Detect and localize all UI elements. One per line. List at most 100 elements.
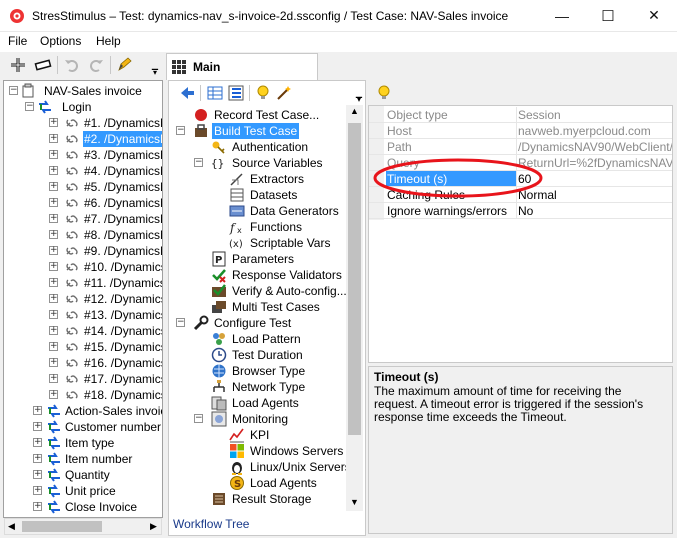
expand-icon[interactable]: + <box>33 470 42 479</box>
expand-icon[interactable]: + <box>33 486 42 495</box>
expand-icon[interactable]: + <box>49 262 58 271</box>
scroll-down-icon[interactable]: ▼ <box>350 497 359 507</box>
workflow-item[interactable]: Load Pattern <box>172 331 346 347</box>
property-row[interactable]: Path/DynamicsNAV90/WebClient/Sig <box>369 139 672 155</box>
kpi-icon <box>229 428 244 443</box>
collapse-icon[interactable]: − <box>194 158 203 167</box>
horizontal-scrollbar[interactable]: ◀ ▶ <box>4 518 162 535</box>
table-view-icon[interactable] <box>207 85 223 101</box>
workflow-item[interactable]: Browser Type <box>172 363 346 379</box>
workflow-item[interactable]: Record Test Case... <box>172 107 346 123</box>
expand-icon[interactable]: + <box>33 422 42 431</box>
validator-icon <box>212 269 226 283</box>
expand-icon[interactable]: + <box>49 166 58 175</box>
workflow-item-label: Verify & Auto-config... <box>232 284 346 298</box>
tab-main[interactable]: Main <box>166 53 318 80</box>
workflow-item[interactable]: Test Duration <box>172 347 346 363</box>
expand-icon[interactable]: + <box>49 246 58 255</box>
expand-icon[interactable]: + <box>33 502 42 511</box>
back-arrow-icon[interactable] <box>179 85 195 101</box>
workflow-item[interactable]: Verify & Auto-config... <box>172 283 346 299</box>
remove-icon[interactable] <box>33 55 53 75</box>
workflow-item[interactable]: f x Functions <box>172 219 346 235</box>
tree-group-label: Close Invoice <box>65 500 138 514</box>
menu-options[interactable]: Options <box>40 34 81 48</box>
property-row[interactable]: Object type Session <box>369 107 672 123</box>
collapse-icon[interactable]: − <box>176 126 185 135</box>
scrollbar-thumb[interactable] <box>348 123 361 435</box>
workflow-item[interactable]: Response Validators <box>172 267 346 283</box>
workflow-item-label: Multi Test Cases <box>232 300 320 314</box>
workflow-item[interactable]: Windows Servers <box>172 443 346 459</box>
workflow-item[interactable]: Authentication <box>172 139 346 155</box>
expand-icon[interactable]: + <box>49 230 58 239</box>
menu-help[interactable]: Help <box>96 34 121 48</box>
expand-icon[interactable]: + <box>33 454 42 463</box>
workflow-item-label: Result Storage <box>232 492 312 506</box>
scrollbar-thumb[interactable] <box>22 521 102 532</box>
workflow-item-label: Extractors <box>250 172 305 186</box>
expand-icon[interactable]: + <box>49 326 58 335</box>
vertical-scrollbar[interactable]: ▲ ▼ <box>346 105 363 511</box>
workflow-item[interactable]: Extractors <box>172 171 346 187</box>
workflow-item[interactable]: Data Generators <box>172 203 346 219</box>
property-row[interactable]: Host navweb.myerpcloud.com <box>369 123 672 139</box>
workflow-item[interactable]: −{} Source Variables <box>172 155 346 171</box>
expand-icon[interactable]: + <box>49 198 58 207</box>
expand-icon[interactable]: + <box>49 134 58 143</box>
extractor-icon <box>230 173 243 186</box>
workflow-item[interactable]: P Parameters <box>172 251 346 267</box>
collapse-icon[interactable]: − <box>9 86 18 95</box>
windows-icon <box>230 444 244 458</box>
expand-icon[interactable]: + <box>49 214 58 223</box>
workflow-item[interactable]: Network Type <box>172 379 346 395</box>
workflow-item[interactable]: Datasets <box>172 187 346 203</box>
workflow-item[interactable]: S Load Agents <box>172 475 346 491</box>
expand-icon[interactable]: + <box>49 358 58 367</box>
lightbulb-icon[interactable] <box>255 85 271 101</box>
expand-icon[interactable]: + <box>49 310 58 319</box>
workflow-item[interactable]: − Build Test Case <box>172 123 346 139</box>
build-icon <box>195 124 207 137</box>
expand-icon[interactable]: + <box>33 406 42 415</box>
expand-icon[interactable]: + <box>49 294 58 303</box>
expand-icon[interactable]: + <box>49 342 58 351</box>
add-icon[interactable] <box>8 55 28 75</box>
collapse-icon[interactable]: − <box>194 414 203 423</box>
close-button[interactable]: ✕ <box>631 0 677 31</box>
workflow-item-label: Browser Type <box>232 364 306 378</box>
expand-icon[interactable]: + <box>49 278 58 287</box>
collapse-icon[interactable]: − <box>176 318 185 327</box>
workflow-item[interactable]: (x) Scriptable Vars <box>172 235 346 251</box>
scroll-left-icon[interactable]: ◀ <box>8 521 15 532</box>
expand-icon[interactable]: + <box>49 182 58 191</box>
collapse-icon[interactable]: − <box>25 102 34 111</box>
expand-icon[interactable]: + <box>49 118 58 127</box>
workflow-item[interactable]: − Configure Test <box>172 315 346 331</box>
workflow-item[interactable]: Multi Test Cases <box>172 299 346 315</box>
toolbar-overflow-icon[interactable]: ▁ ▾ <box>354 90 364 104</box>
property-value[interactable]: No <box>516 203 672 218</box>
workflow-item[interactable]: Result Storage <box>172 491 346 507</box>
workflow-item[interactable]: Linux/Unix Servers <box>172 459 346 475</box>
menu-file[interactable]: File <box>8 34 27 48</box>
expand-icon[interactable]: + <box>33 438 42 447</box>
pencil-icon[interactable] <box>114 55 134 75</box>
expand-icon[interactable]: + <box>49 150 58 159</box>
property-row[interactable]: Ignore warnings/errors No <box>369 203 672 219</box>
expand-icon[interactable]: + <box>49 374 58 383</box>
workflow-item[interactable]: KPI <box>172 427 346 443</box>
expand-icon[interactable]: + <box>49 390 58 399</box>
magic-wand-icon[interactable] <box>276 85 292 101</box>
scroll-up-icon[interactable]: ▲ <box>350 106 359 116</box>
scroll-right-icon[interactable]: ▶ <box>150 521 157 532</box>
workflow-item[interactable]: Load Agents <box>172 395 346 411</box>
undo-icon[interactable] <box>62 55 82 75</box>
workflow-item[interactable]: − Monitoring <box>172 411 346 427</box>
redo-icon[interactable] <box>86 55 106 75</box>
minimize-button[interactable]: — <box>539 0 585 31</box>
lightbulb-icon[interactable] <box>376 85 392 101</box>
list-view-icon[interactable] <box>228 85 244 101</box>
maximize-button[interactable]: ☐ <box>585 0 631 31</box>
toolbar-overflow-icon[interactable]: ▁ ▾ <box>150 62 160 77</box>
